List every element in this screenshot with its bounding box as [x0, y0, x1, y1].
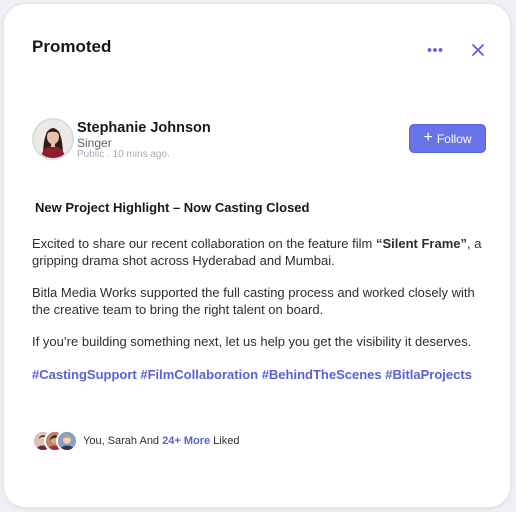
close-icon: [472, 44, 484, 56]
hashtag-list: #CastingSupport #FilmCollaboration #Behi…: [32, 367, 472, 382]
author-name[interactable]: Stephanie Johnson: [77, 120, 211, 136]
hashtag-link[interactable]: #BitlaProjects: [385, 367, 472, 382]
post-paragraph-3: If you’re building something next, let u…: [32, 334, 472, 349]
post-paragraph-2: Bitla Media Works supported the full cas…: [32, 285, 475, 317]
card-title: Promoted: [32, 37, 112, 56]
likes-summary: You, Sarah And 24+ More Liked: [83, 435, 240, 447]
post-meta: Public . 10 mins ago.: [77, 149, 170, 160]
liker-avatar: [56, 430, 78, 452]
more-horizontal-icon: [427, 48, 443, 52]
more-likes-link[interactable]: 24+ More: [162, 435, 210, 447]
plus-icon: +: [423, 129, 433, 146]
post-paragraph-1: Excited to share our recent collaboratio…: [32, 236, 482, 268]
post-headline: New Project Highlight – Now Casting Clos…: [35, 200, 310, 215]
author-role: Singer: [77, 136, 112, 150]
more-options-button[interactable]: [424, 38, 446, 62]
close-button[interactable]: [467, 38, 489, 62]
hashtag-link[interactable]: #CastingSupport: [32, 367, 140, 382]
follow-button[interactable]: + Follow: [409, 124, 486, 153]
promoted-post-card: Promoted Stephanie Johnson Singer Public…: [3, 3, 511, 508]
follow-label: Follow: [436, 131, 472, 146]
hashtag-link[interactable]: #FilmCollaboration: [140, 367, 261, 382]
hashtag-link[interactable]: #BehindTheScenes: [262, 367, 386, 382]
author-avatar[interactable]: [32, 118, 74, 160]
likes-avatar-stack[interactable]: [32, 430, 82, 454]
